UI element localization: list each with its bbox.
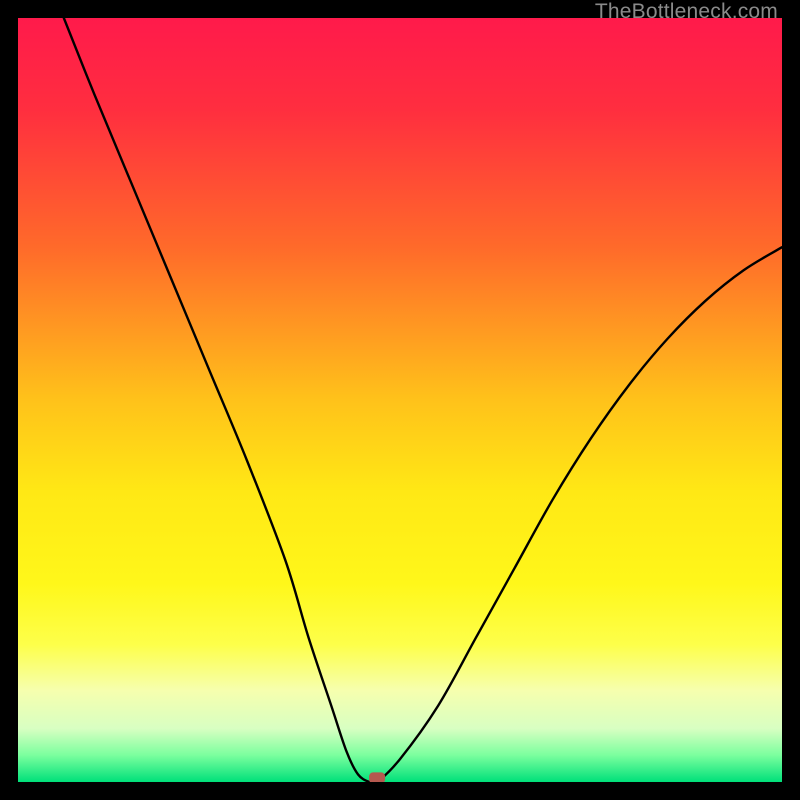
- bottleneck-chart: [18, 18, 782, 782]
- gradient-background: [18, 18, 782, 782]
- watermark-text: TheBottleneck.com: [595, 0, 778, 24]
- chart-frame: [18, 18, 782, 782]
- optimal-marker: [369, 772, 385, 782]
